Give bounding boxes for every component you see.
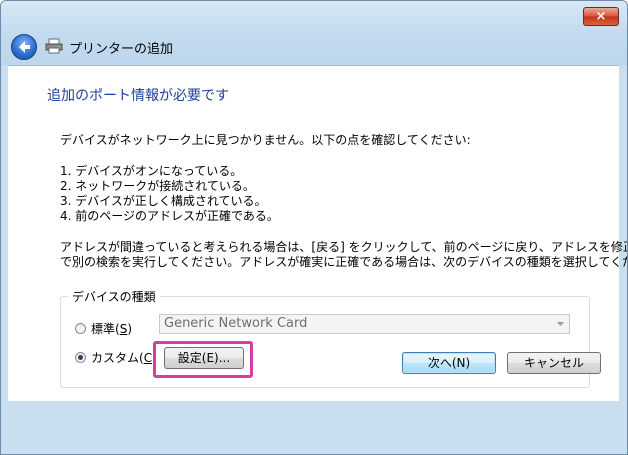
settings-button[interactable]: 設定(E)...	[164, 347, 244, 369]
close-icon: ×	[595, 9, 607, 24]
advice-text-line2: で別の検索を実行してください。アドレスが確実に正確である場合は、次のデバイスの種…	[60, 255, 628, 269]
next-button[interactable]: 次へ(N)	[402, 352, 496, 374]
custom-access-key: C	[143, 351, 153, 365]
add-printer-window: × プリンターの追加 追加のポート情報が必要です デバイスがネットワーク上に見つ…	[0, 0, 628, 455]
custom-radio-label[interactable]: カスタム(C)	[91, 349, 157, 366]
back-arrow-icon	[19, 41, 30, 53]
back-button[interactable]	[11, 34, 37, 60]
custom-label-text: カスタム(	[91, 351, 144, 365]
standard-device-combo[interactable]: Generic Network Card	[159, 314, 570, 334]
device-type-group-label: デバイスの種類	[68, 288, 160, 305]
standard-radio-label[interactable]: 標準(S)	[91, 320, 132, 337]
window-title: プリンターの追加	[69, 42, 174, 57]
checklist-item: 4. 前のページのアドレスが正確である。	[60, 209, 279, 223]
printer-icon	[45, 38, 63, 54]
chevron-down-icon	[557, 322, 564, 326]
combo-value: Generic Network Card	[164, 316, 308, 331]
standard-label-end: )	[127, 322, 132, 336]
standard-label-text: 標準(	[91, 322, 120, 336]
intro-text: デバイスがネットワーク上に見つかりません。以下の点を確認してください:	[60, 133, 471, 147]
standard-radio[interactable]	[75, 323, 86, 334]
custom-radio[interactable]	[75, 352, 86, 363]
page-heading: 追加のポート情報が必要です	[47, 88, 229, 104]
cancel-button[interactable]: キャンセル	[507, 352, 601, 374]
wizard-content: 追加のポート情報が必要です デバイスがネットワーク上に見つかりません。以下の点を…	[8, 65, 627, 401]
device-type-group	[60, 296, 590, 388]
title-bar: × プリンターの追加	[1, 1, 627, 65]
close-button[interactable]: ×	[583, 7, 619, 26]
